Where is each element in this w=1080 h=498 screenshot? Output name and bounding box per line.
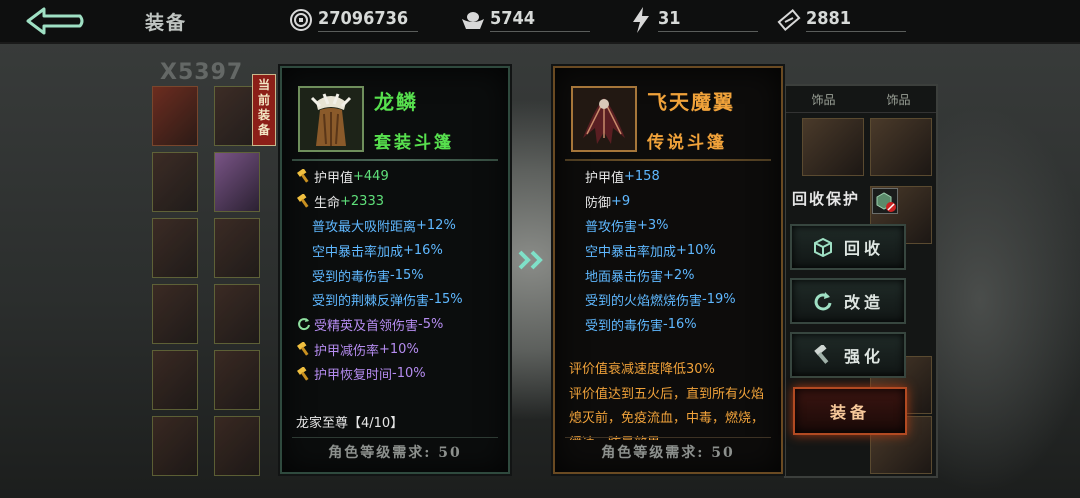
lock-box-icon (876, 192, 896, 212)
inventory-tab: 饰品 (811, 92, 836, 107)
level-requirement: 角色等级需求: 50 (565, 437, 771, 466)
stat-row: 生命 +2333 (296, 189, 502, 214)
wings-icon (583, 98, 625, 144)
stat-row: 护甲恢复时间 -10% (296, 362, 502, 387)
recycle-protect-label: 回收保护 (792, 190, 861, 208)
back-button[interactable] (24, 6, 86, 36)
stat-list: 护甲值 +158 防御 +9 普攻伤害 +3% 空中暴击率加成 +10% 地面暴击伤害 +… (569, 164, 775, 337)
item-name: 龙鳞 (374, 90, 418, 114)
coin-value: 27096736 (318, 8, 418, 32)
stat-row: 受到的毒伤害 -16% (585, 316, 697, 334)
equip-button[interactable]: 装备 (793, 387, 907, 435)
coin-counter: 27096736 (288, 4, 418, 36)
item-portrait (571, 86, 637, 152)
ingot-counter: 5744 (460, 4, 590, 36)
compare-item-panel: 飞天魔翼 传说斗篷 护甲值 +158 防御 +9 普攻伤害 +3% 空中暴击率加成 +1… (553, 66, 783, 474)
ticket-counter: 2881 (776, 4, 906, 36)
stat-row: 护甲减伤率 +10% (296, 337, 502, 362)
coin-icon (288, 7, 314, 33)
refresh-icon (812, 290, 834, 312)
background-inventory-column (214, 86, 260, 486)
divider (565, 159, 771, 161)
top-bar: 装备 27096736 5744 31 2881 (0, 0, 1080, 44)
page-title: 装备 (145, 12, 188, 34)
hammer-icon (296, 193, 312, 209)
ticket-icon (776, 7, 802, 33)
inventory-tabs: 饰品 饰品 (786, 86, 936, 113)
set-bonus-name: 龙家至尊【4/10】 (296, 416, 404, 431)
enhance-button[interactable]: 强化 (790, 332, 906, 378)
hammer-icon (812, 344, 834, 366)
recycle-button-label: 回收 (843, 239, 884, 258)
ticket-value: 2881 (806, 8, 906, 32)
energy-counter: 31 (628, 4, 758, 36)
stat-row: 护甲值 +158 (585, 168, 660, 186)
background-count-text: X5397 (160, 60, 244, 85)
item-portrait (298, 86, 364, 152)
reforge-button-label: 改造 (843, 293, 884, 312)
stat-row: 受到的火焰燃烧伤害 -19% (585, 292, 736, 310)
hammer-icon (296, 168, 312, 184)
recycle-protect-toggle[interactable] (872, 188, 898, 214)
current-item-panel: 龙鳞 套装斗篷 护甲值 +449 生命 +2333 普攻最大吸附距离 +12% 空中暴… (280, 66, 510, 474)
item-name: 飞天魔翼 (647, 90, 735, 114)
stat-row: 防御 +9 (585, 193, 631, 211)
stat-row: 护甲值 +449 (296, 164, 502, 189)
refresh-icon (296, 316, 312, 332)
ingot-icon (460, 7, 486, 33)
cloak-icon (310, 93, 352, 146)
legendary-effect-description[interactable]: 评价值衰减速度降低30% 评价值达到五火后，直到所有火焰熄灭前，免疫流血，中毒，… (569, 358, 771, 440)
stat-row: 普攻最大吸附距离 +12% (312, 218, 456, 236)
reforge-button[interactable]: 改造 (790, 278, 906, 324)
box-icon (812, 236, 834, 258)
item-type: 传说斗篷 (647, 133, 727, 153)
stat-row: 受精英及首领伤害 -5% (296, 312, 502, 337)
item-type: 套装斗篷 (374, 133, 454, 153)
lightning-icon (628, 7, 654, 33)
ingot-value: 5744 (490, 8, 590, 32)
stat-row: 地面暴击伤害 +2% (585, 267, 695, 285)
hammer-icon (296, 366, 312, 382)
background-inventory-column (152, 86, 198, 486)
stat-row: 受到的毒伤害 -15% (312, 267, 424, 285)
stat-row: 普攻伤害 +3% (585, 218, 669, 236)
level-requirement: 角色等级需求: 50 (292, 437, 498, 466)
current-equipped-ribbon: 当前装备 (252, 74, 276, 146)
stat-row: 空中暴击率加成 +16% (312, 242, 443, 260)
stat-row: 受到的荆棘反弹伤害 -15% (312, 292, 463, 310)
stat-row: 空中暴击率加成 +10% (585, 242, 716, 260)
compare-arrows-icon (518, 250, 543, 270)
inventory-tab: 饰品 (886, 92, 911, 107)
energy-value: 31 (658, 8, 758, 32)
hammer-icon (296, 341, 312, 357)
divider (292, 159, 498, 161)
stat-list: 护甲值 +449 生命 +2333 普攻最大吸附距离 +12% 空中暴击率加成 +16%… (296, 164, 502, 386)
back-arrow-icon (26, 7, 84, 35)
enhance-button-label: 强化 (843, 347, 884, 366)
recycle-button[interactable]: 回收 (790, 224, 906, 270)
